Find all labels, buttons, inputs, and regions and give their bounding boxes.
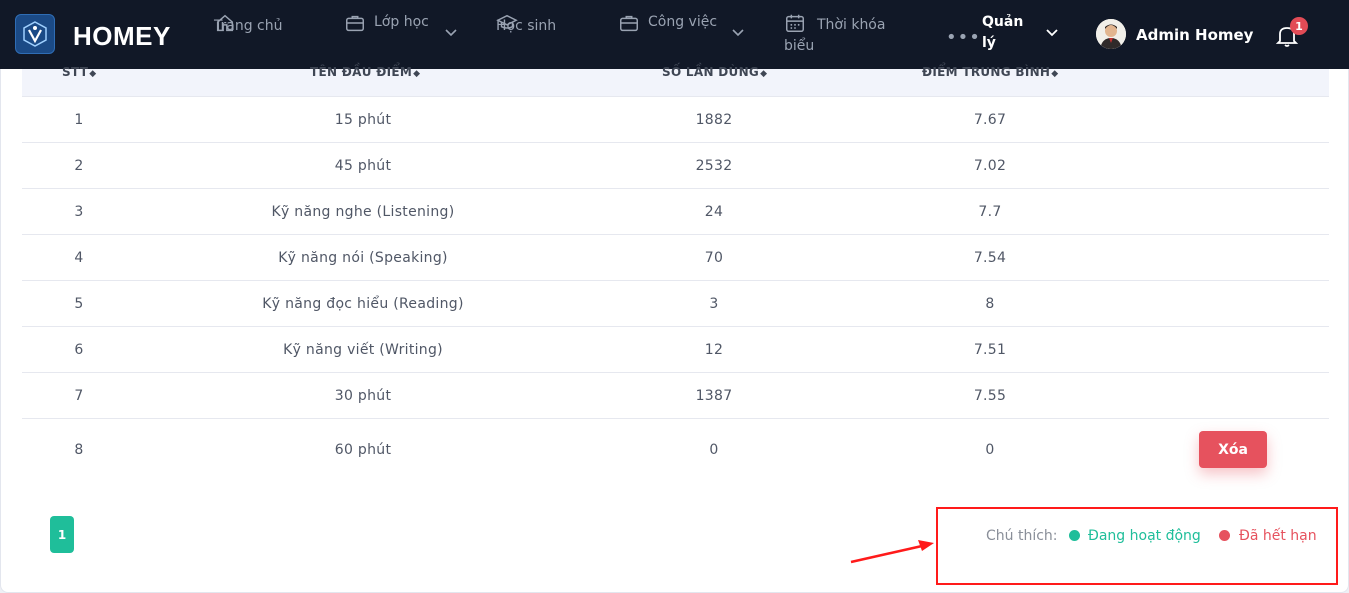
cell-stt: 7: [74, 388, 84, 404]
cell-name: 45 phút: [334, 158, 392, 174]
table-row: 6 Kỹ năng viết (Writing) 12 7.51: [22, 327, 1329, 373]
cell-uses: 1882: [695, 112, 733, 128]
cell-stt: 3: [74, 204, 84, 220]
sort-icon: ◆: [413, 69, 421, 79]
nav-item-manage[interactable]: Quản lý: [982, 12, 1058, 58]
sort-icon: ◆: [89, 69, 97, 79]
briefcase-icon: [620, 15, 638, 32]
brand-name[interactable]: HOMEY: [73, 21, 171, 52]
legend-expired: Đã hết hạn: [1239, 528, 1317, 544]
cell-stt: 5: [74, 296, 84, 312]
nav-item-timetable-label: Thời khóa biểu: [784, 17, 886, 54]
cell-stt: 8: [74, 442, 84, 458]
cell-average: 0: [985, 442, 995, 458]
pagination-page-1[interactable]: 1: [50, 516, 74, 553]
chevron-down-icon: [1046, 29, 1058, 37]
user-name[interactable]: Admin Homey: [1136, 26, 1253, 44]
chevron-down-icon: [445, 29, 457, 37]
table-row: 7 30 phút 1387 7.55: [22, 373, 1329, 419]
legend-active: Đang hoạt động: [1088, 528, 1201, 544]
cell-stt: 6: [74, 342, 84, 358]
avatar[interactable]: [1096, 19, 1126, 49]
cell-average: 8: [985, 296, 995, 312]
column-header-name[interactable]: TÊN ĐẦU ĐIỂM◆: [310, 65, 420, 79]
cell-name: Kỹ năng nghe (Listening): [271, 204, 455, 220]
cell-stt: 2: [74, 158, 84, 174]
nav-item-timetable[interactable]: Thời khóa biểu: [784, 12, 885, 58]
cell-average: 7.54: [973, 250, 1007, 266]
nav-item-classes-label: Lớp học: [374, 14, 429, 30]
table-row: 1 15 phút 1882 7.67: [22, 97, 1329, 143]
top-navbar: HOMEY Trang chủ Lớp học Học sinh Công vi…: [0, 0, 1349, 69]
column-header-stt[interactable]: STT◆: [62, 65, 96, 79]
column-header-average[interactable]: ĐIỂM TRUNG BÌNH◆: [922, 65, 1059, 79]
cell-stt: 1: [74, 112, 84, 128]
content-card: STT◆ TÊN ĐẦU ĐIỂM◆ SỐ LẦN DÙNG◆ ĐIỂM TRU…: [0, 65, 1349, 593]
chevron-down-icon: [732, 29, 744, 37]
more-icon: •••: [946, 27, 981, 48]
cell-uses: 12: [704, 342, 724, 358]
cell-uses: 1387: [695, 388, 733, 404]
cell-average: 7.7: [978, 204, 1002, 220]
logo-icon[interactable]: [15, 14, 55, 54]
sort-icon: ◆: [1051, 69, 1059, 79]
nav-item-tasks-label: Công việc: [648, 14, 718, 30]
column-header-uses[interactable]: SỐ LẦN DÙNG◆: [662, 65, 767, 79]
cell-name: 60 phút: [334, 442, 392, 458]
cell-average: 7.55: [973, 388, 1007, 404]
legend-label: Chú thích:: [986, 528, 1058, 544]
cell-average: 7.51: [973, 342, 1007, 358]
cell-uses: 2532: [695, 158, 733, 174]
cell-uses: 0: [709, 442, 719, 458]
briefcase-icon: [346, 15, 364, 32]
cell-name: 30 phút: [334, 388, 392, 404]
cell-uses: 3: [709, 296, 719, 312]
cell-stt: 4: [74, 250, 84, 266]
nav-item-students-label: Học sinh: [496, 18, 557, 34]
annotation-highlight-box: [936, 507, 1338, 585]
table-row: 3 Kỹ năng nghe (Listening) 24 7.7: [22, 189, 1329, 235]
table-row: 2 45 phút 2532 7.02: [22, 143, 1329, 189]
nav-item-tasks[interactable]: Công việc: [618, 12, 744, 58]
cell-average: 7.02: [973, 158, 1007, 174]
cell-name: Kỹ năng viết (Writing): [283, 342, 443, 358]
cell-uses: 70: [704, 250, 724, 266]
nav-item-home-label: Trang chủ: [214, 18, 283, 34]
table-header: STT◆ TÊN ĐẦU ĐIỂM◆ SỐ LẦN DÙNG◆ ĐIỂM TRU…: [22, 65, 1329, 97]
cell-name: Kỹ năng nói (Speaking): [278, 250, 448, 266]
sort-icon: ◆: [760, 69, 768, 79]
expired-status-dot-icon: [1219, 530, 1230, 541]
table-row: 8 60 phút 0 0 Xóa: [22, 419, 1329, 481]
nav-item-classes[interactable]: Lớp học: [344, 12, 457, 58]
nav-item-home[interactable]: Trang chủ: [214, 12, 282, 58]
nav-item-students[interactable]: Học sinh: [496, 12, 556, 58]
cell-average: 7.67: [973, 112, 1007, 128]
cell-name: 15 phút: [334, 112, 392, 128]
notification-badge: 1: [1290, 17, 1308, 35]
active-status-dot-icon: [1069, 530, 1080, 541]
cell-name: Kỹ năng đọc hiểu (Reading): [262, 296, 464, 312]
table-row: 4 Kỹ năng nói (Speaking) 70 7.54: [22, 235, 1329, 281]
cell-uses: 24: [704, 204, 724, 220]
table-row: 5 Kỹ năng đọc hiểu (Reading) 3 8: [22, 281, 1329, 327]
nav-item-manage-label: Quản lý: [982, 14, 1024, 51]
delete-button[interactable]: Xóa: [1199, 431, 1267, 468]
